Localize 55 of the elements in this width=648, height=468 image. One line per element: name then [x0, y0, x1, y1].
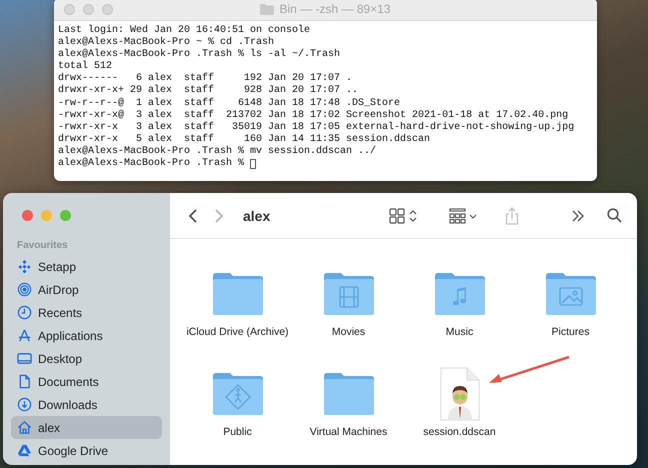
terminal-line: alex@Alexs-MacBook-Pro ~ % cd .Trash — [58, 37, 274, 48]
icon-view-button[interactable] — [389, 208, 419, 224]
diamonds-icon — [17, 259, 32, 274]
terminal-line: -rwxr-xr-x@ 3 alex staff 213702 Jan 18 17:02 Screenshot 2021-01-18 at 17.02.40.png — [58, 110, 568, 122]
folder-icon — [260, 4, 274, 14]
document-icon[interactable] — [438, 366, 480, 422]
close-button[interactable] — [64, 4, 75, 14]
clock-icon — [17, 305, 32, 320]
terminal-line: alex@Alexs-MacBook-Pro .Trash % — [58, 158, 246, 170]
group-button[interactable] — [449, 208, 479, 224]
sidebar-item[interactable]: Documents — [11, 370, 162, 393]
desktop-icon — [17, 351, 32, 366]
terminal-line: alex@Alexs-MacBook-Pro .Trash % ls -al ~/.Trash — [58, 49, 340, 60]
terminal-line: total 512 — [58, 61, 112, 72]
file-name: Pictures — [550, 326, 590, 339]
forward-button[interactable] — [213, 208, 225, 224]
app-store-icon — [17, 328, 32, 343]
zoom-button[interactable] — [102, 4, 113, 14]
terminal-line: drwx------ 6 alex staff 192 Jan 20 17:07 . — [58, 73, 352, 84]
sidebar-item[interactable]: alex — [11, 416, 162, 439]
minimize-button[interactable] — [83, 4, 94, 14]
terminal-line: Last login: Wed Jan 20 16:40:51 on console — [58, 25, 310, 36]
window-title: alex — [243, 208, 270, 224]
sidebar-item[interactable]: Downloads — [11, 393, 162, 416]
download-icon — [17, 397, 32, 412]
sidebar-item[interactable]: AirDrop — [11, 278, 162, 301]
home-icon — [17, 420, 32, 435]
file-name: iCloud Drive (Archive) — [186, 326, 290, 339]
sidebar-item[interactable]: Google Drive — [11, 439, 162, 462]
file-name: Movies — [330, 326, 366, 339]
file-name: Virtual Machines — [308, 426, 388, 439]
triangle-icon — [17, 443, 32, 458]
window-title: Bin — -zsh — 89×13 — [279, 2, 391, 16]
sidebar-item[interactable]: Setapp — [11, 255, 162, 278]
text-cursor — [250, 159, 256, 170]
close-button[interactable] — [22, 210, 33, 221]
share-button[interactable] — [505, 206, 519, 224]
terminal-line: -rw-r--r--@ 1 alex staff 6148 Jan 18 17:48 .DS_Store — [58, 98, 400, 110]
zoom-button[interactable] — [60, 210, 71, 221]
terminal-line: alex@Alexs-MacBook-Pro .Trash % mv session.ddscan ../ — [58, 146, 376, 158]
search-icon[interactable] — [607, 208, 622, 223]
back-button[interactable] — [187, 208, 199, 224]
document-icon — [17, 374, 32, 389]
sidebar-item[interactable]: Recents — [11, 301, 162, 324]
sidebar-item[interactable]: Applications — [11, 324, 162, 347]
terminal-line: -rwxr-xr-x 3 alex staff 35019 Jan 18 17:05 external-hard-drive-not-showing-up.jpg — [58, 122, 574, 134]
sidebar-heading: Favourites — [17, 240, 69, 251]
terminal-line: drwxr-xr-x 5 alex staff 160 Jan 14 11:35 session.ddscan — [58, 134, 430, 146]
file-name: Public — [222, 426, 253, 439]
file-name: Music — [444, 326, 474, 339]
airdrop-icon — [17, 282, 32, 297]
file-name: session.ddscan — [422, 426, 497, 439]
sidebar-item[interactable]: Desktop — [11, 347, 162, 370]
terminal-line: drwxr-xr-x+ 29 alex staff 928 Jan 20 17:07 .. — [58, 85, 358, 98]
more-button[interactable] — [571, 208, 585, 222]
